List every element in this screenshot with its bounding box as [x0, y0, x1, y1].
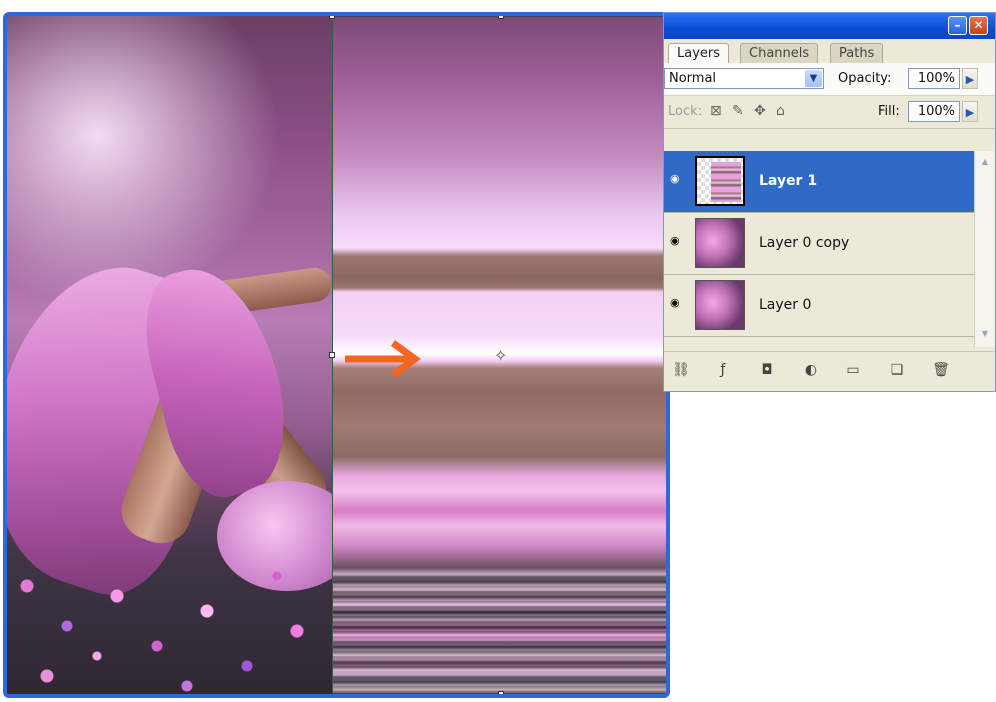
scroll-down-arrow-icon[interactable]: ▼: [978, 327, 992, 341]
layer-thumbnail: [695, 156, 745, 206]
lock-all-icon[interactable]: ⌂: [776, 102, 785, 121]
layers-scrollbar[interactable]: ▲ ▼: [974, 151, 994, 347]
blend-mode-value: Normal: [669, 71, 717, 86]
opacity-input[interactable]: 100%: [908, 68, 960, 89]
fill-label: Fill:: [878, 104, 900, 119]
rose-petals-floor: [7, 556, 332, 694]
opacity-slider-arrow-icon[interactable]: ▶: [962, 68, 978, 89]
tab-paths[interactable]: Paths: [830, 43, 884, 63]
transform-handle-top-middle[interactable]: [498, 16, 504, 19]
adjustment-layer-icon[interactable]: ◐: [802, 361, 820, 379]
photo-original-area: [7, 16, 357, 694]
layer-thumbnail: [695, 280, 745, 330]
layer-style-icon[interactable]: ƒ: [714, 361, 732, 379]
document-canvas[interactable]: ✧: [3, 12, 670, 698]
layer-row-layer-0[interactable]: ◉ Layer 0: [664, 275, 974, 337]
new-layer-icon[interactable]: ❏: [888, 361, 906, 379]
opacity-label: Opacity:: [838, 71, 892, 86]
lock-position-icon[interactable]: ✥: [754, 102, 766, 121]
visibility-eye-icon[interactable]: ◉: [670, 173, 684, 185]
fill-input[interactable]: 100%: [908, 101, 960, 122]
close-button[interactable]: ✕: [969, 16, 988, 35]
transform-handle-top-left[interactable]: [329, 16, 335, 19]
lock-label: Lock:: [668, 104, 703, 119]
panel-tabs: Layers Channels Paths ▸: [664, 39, 995, 86]
orange-arrow-icon: [345, 340, 421, 378]
lock-image-pixels-icon[interactable]: ✎: [732, 102, 744, 121]
transform-handle-middle-left[interactable]: [329, 352, 335, 358]
fill-slider-arrow-icon[interactable]: ▶: [962, 101, 978, 122]
layer-name[interactable]: Layer 0: [759, 295, 811, 315]
layer-row-layer-1[interactable]: ◉ Layer 1: [664, 151, 974, 213]
link-layers-icon[interactable]: ⛓: [672, 361, 690, 379]
layers-panel: – ✕ Layers Channels Paths ▸ Normal ▼ Opa…: [663, 12, 996, 392]
layers-panel-toolbar: ⛓ ƒ ◘ ◐ ▭ ❏ 🗑: [664, 351, 995, 388]
layers-list: ◉ Layer 1 ◉ Layer 0 copy ◉ Layer 0: [664, 151, 974, 347]
scroll-up-arrow-icon[interactable]: ▲: [978, 155, 992, 169]
blend-mode-select[interactable]: Normal ▼: [664, 68, 824, 89]
lock-transparency-icon[interactable]: ⊠: [710, 102, 722, 121]
blend-opacity-row: Normal ▼ Opacity: 100% ▶: [664, 63, 995, 96]
chevron-down-icon[interactable]: ▼: [805, 70, 822, 87]
new-group-folder-icon[interactable]: ▭: [844, 361, 862, 379]
panel-titlebar[interactable]: – ✕: [664, 13, 995, 39]
lock-fill-row: Lock: ⊠ ✎ ✥ ⌂ Fill: 100% ▶: [664, 96, 995, 129]
layer-name[interactable]: Layer 0 copy: [759, 233, 849, 253]
layer-mask-icon[interactable]: ◘: [758, 361, 776, 379]
layer-row-layer-0-copy[interactable]: ◉ Layer 0 copy: [664, 213, 974, 275]
transform-handle-bottom-middle[interactable]: [498, 691, 504, 694]
tab-layers[interactable]: Layers: [668, 43, 730, 63]
trash-icon[interactable]: 🗑: [932, 361, 950, 379]
transform-center-point-icon[interactable]: ✧: [494, 348, 507, 364]
visibility-eye-icon[interactable]: ◉: [670, 297, 684, 309]
minimize-button[interactable]: –: [948, 16, 967, 35]
layer-thumbnail: [695, 218, 745, 268]
layer-thumbnail-content: [711, 162, 741, 202]
visibility-eye-icon[interactable]: ◉: [670, 235, 684, 247]
tab-channels[interactable]: Channels: [740, 43, 819, 63]
layer-name[interactable]: Layer 1: [759, 171, 817, 191]
